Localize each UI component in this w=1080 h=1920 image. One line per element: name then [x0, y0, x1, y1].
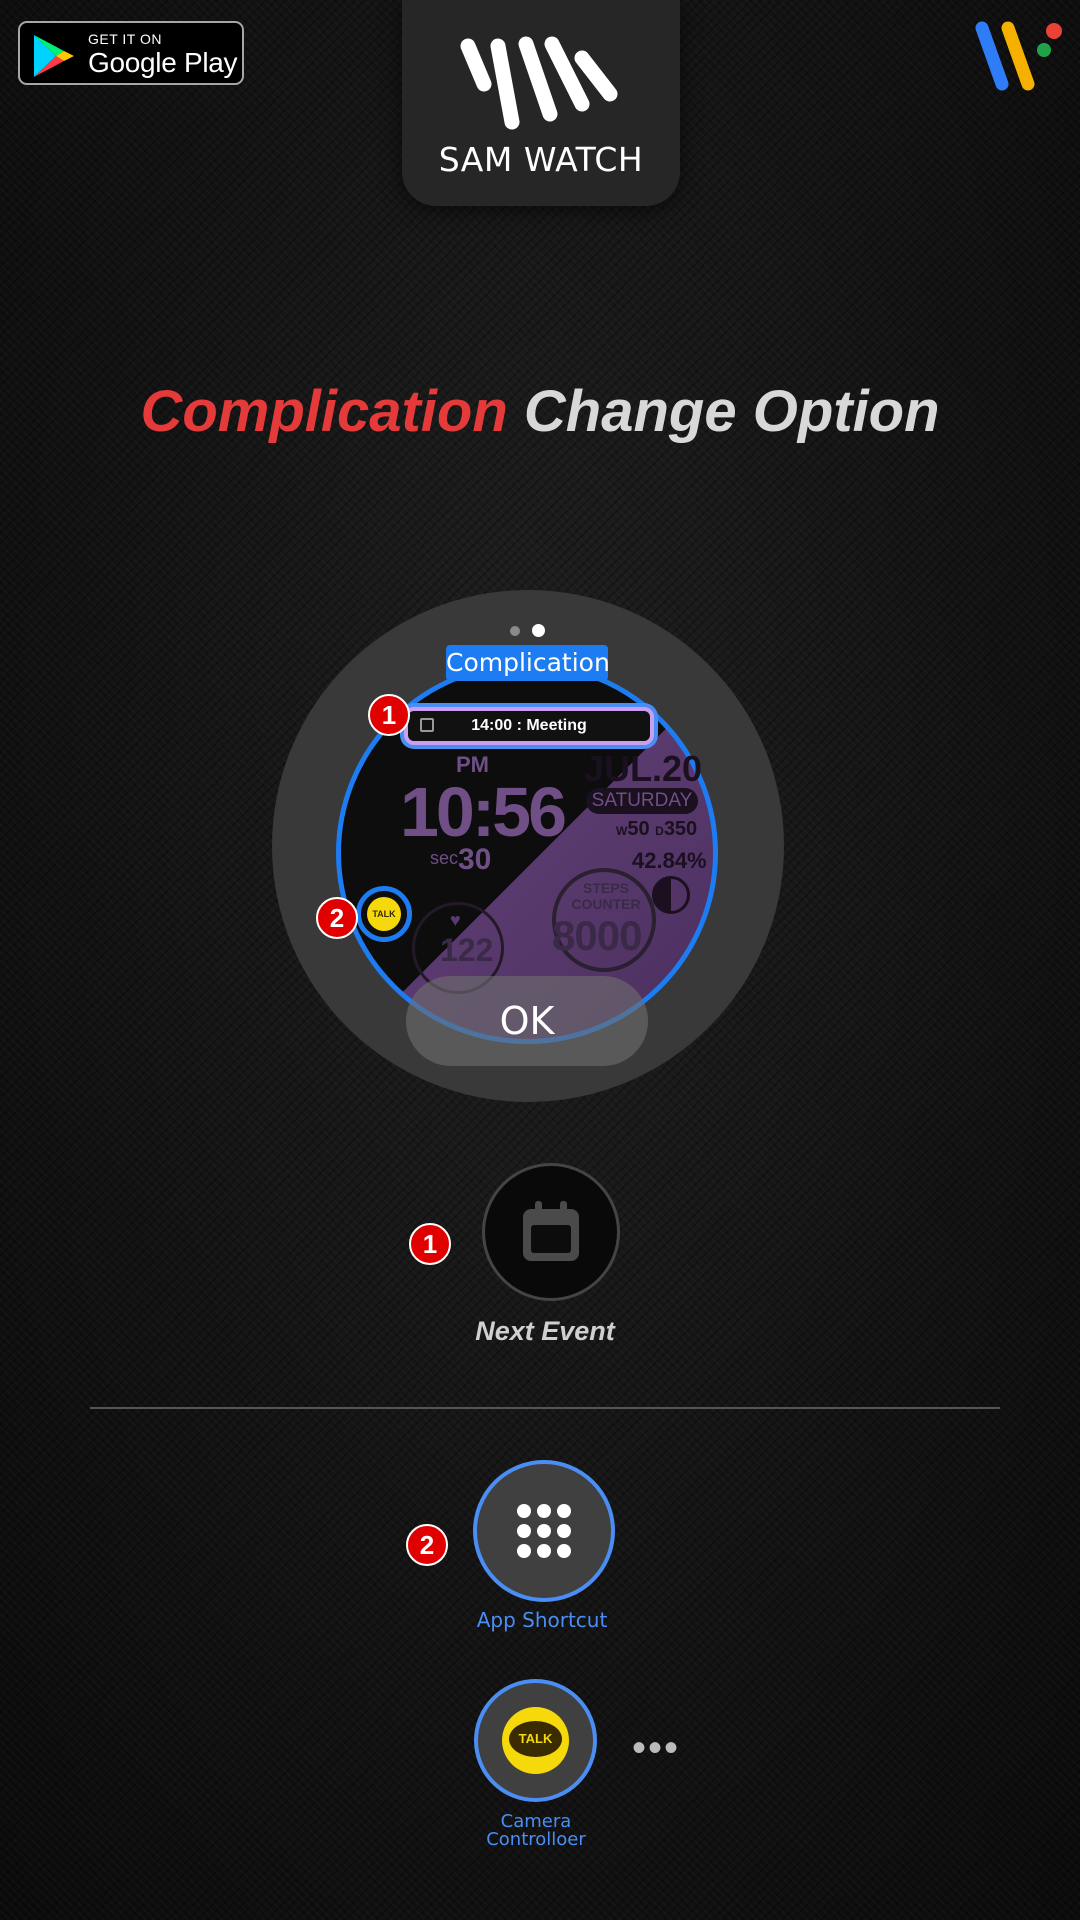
steps-label: STEPS COUNTER [571, 880, 641, 912]
date-text: JUL.20 [584, 748, 703, 789]
moon-phase-icon [652, 876, 690, 914]
w-value: 50 [627, 818, 650, 840]
headline-part2: Change Option [523, 379, 940, 444]
google-play-icon [34, 35, 74, 77]
badge-1: 1 [409, 1223, 451, 1265]
time-text: 10:56 [400, 773, 567, 851]
steps-value: 8000 [552, 912, 642, 959]
brand-header: SAM WATCH [402, 0, 680, 206]
divider [90, 1407, 1000, 1409]
page-headline: Complication Change Option [0, 378, 1080, 445]
battery-text: 42.84% [632, 848, 707, 873]
badge-2: 2 [406, 1524, 448, 1566]
seconds-label: sec [430, 848, 459, 868]
headline-part1: Complication [140, 379, 508, 444]
more-icon[interactable]: ••• [632, 1726, 680, 1771]
next-event-label: Next Event [475, 1316, 615, 1346]
talk-icon-text: TALK [509, 1721, 562, 1757]
store-badge-line2: Google Play [88, 47, 238, 78]
ok-button[interactable]: OK [406, 976, 648, 1066]
app-shortcut-option[interactable] [473, 1460, 615, 1602]
brand-name: SAM WATCH [438, 140, 644, 179]
d-value: 350 [663, 818, 698, 840]
next-event-option[interactable] [482, 1163, 620, 1301]
day-text: SATURDAY [586, 788, 698, 814]
talk-small-icon: TALK [367, 897, 401, 931]
weather-values: W50 D350 [616, 818, 697, 841]
camera-controller-option[interactable]: TALK [474, 1679, 597, 1802]
d-label: D [655, 824, 664, 838]
store-badge-line1: GET IT ON [88, 31, 162, 47]
complication-tag: Complication [446, 645, 610, 681]
wear-os-logo-icon [975, 21, 1062, 91]
seconds-value: 30 [458, 843, 492, 876]
badge-1-preview: 1 [368, 694, 410, 736]
page-dot[interactable] [510, 625, 520, 636]
sam-watch-logo-icon [460, 36, 618, 130]
app-shortcut-label: App Shortcut [476, 1608, 608, 1632]
badge-2-preview: 2 [316, 897, 358, 939]
event-complication[interactable]: 14:00 : Meeting [404, 707, 654, 745]
page-dot-active[interactable] [532, 624, 545, 638]
page-indicator [510, 622, 557, 640]
grid-icon [517, 1504, 571, 1558]
calendar-icon [523, 1201, 579, 1261]
talk-complication[interactable]: TALK [356, 886, 412, 942]
event-text: 14:00 : Meeting [471, 717, 587, 734]
camera-controller-label: Camera Controlloer [440, 1813, 632, 1849]
google-play-badge[interactable]: GET IT ON Google Play [18, 21, 244, 85]
heart-rate-value: 122 [440, 932, 494, 968]
w-label: W [616, 824, 628, 838]
heart-icon: ♥ [450, 910, 461, 930]
talk-icon: TALK [502, 1707, 569, 1774]
camera-label-line2: Controlloer [486, 1829, 586, 1850]
